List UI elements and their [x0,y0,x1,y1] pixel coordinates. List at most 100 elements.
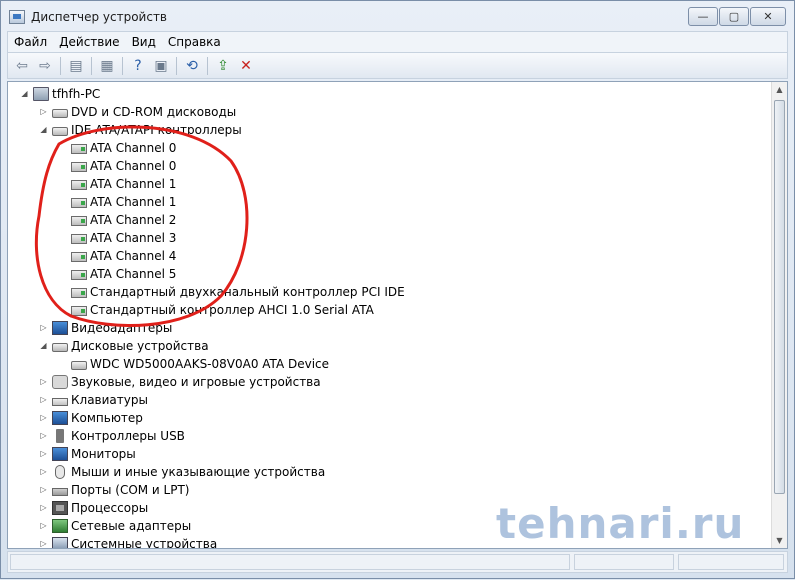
tree-item-label: ATA Channel 4 [90,249,177,263]
tree-item-label: IDE ATA/ATAPI контроллеры [71,123,242,137]
tree-item-ata-channel[interactable]: ATA Channel 0 [71,139,176,157]
expand-arrow-icon[interactable]: ▷ [39,431,48,441]
expand-arrow-icon[interactable]: ▷ [39,539,48,548]
tree-item-label: Процессоры [71,501,149,515]
tree-item-hard-disk[interactable]: WDC WD5000AAKS-08V0A0 ATA Device [71,355,329,373]
close-button[interactable]: ✕ [750,7,786,26]
menu-view[interactable]: Вид [126,35,162,49]
expand-arrow-icon[interactable]: ▷ [39,413,48,423]
processor-icon [52,501,68,515]
tree-item-label: Видеоадаптеры [71,321,173,335]
tree-item-ahci-controller[interactable]: Стандартный контроллер AHCI 1.0 Serial A… [71,301,374,319]
usb-icon [56,429,64,443]
mouse-icon [55,465,65,479]
tree-item-sound-devices[interactable]: ▷ Звуковые, видео и игровые устройства [39,373,321,391]
expand-arrow-icon[interactable]: ▷ [39,521,48,531]
show-hide-console-tree-icon[interactable]: ▤ [66,57,86,75]
tree-item-ata-channel[interactable]: ATA Channel 4 [71,247,176,265]
tree-item-system-devices[interactable]: ▷ Системные устройства [39,535,217,548]
uninstall-device-icon[interactable]: ✕ [236,57,256,75]
tree-item-label: Компьютер [71,411,143,425]
help-icon[interactable]: ? [128,57,148,75]
expand-arrow-icon[interactable]: ▷ [39,503,48,513]
tree-item-disk-drives[interactable]: ◢ Дисковые устройства [39,337,209,355]
tree-item-computer[interactable]: ▷ Компьютер [39,409,143,427]
tree-item-ata-channel[interactable]: ATA Channel 0 [71,157,176,175]
tree-item-ata-channel[interactable]: ATA Channel 5 [71,265,176,283]
window-title: Диспетчер устройств [31,10,168,24]
computer-icon [52,411,68,425]
toolbar-separator [60,56,61,75]
ide-channel-icon [71,252,87,262]
tree-item-label: Системные устройства [71,537,218,548]
maximize-button[interactable]: ▢ [719,7,749,26]
tree-item-label: ATA Channel 1 [90,195,177,209]
ide-channel-icon [71,162,87,172]
tree-item-processors[interactable]: ▷ Процессоры [39,499,148,517]
tree-item-ports[interactable]: ▷ Порты (COM и LPT) [39,481,189,499]
tree-item-ide-controllers[interactable]: ◢ IDE ATA/ATAPI контроллеры [39,121,242,139]
toolbar-separator [207,56,208,75]
toolbar-separator [122,56,123,75]
collapse-arrow-icon[interactable]: ◢ [20,89,29,99]
properties-icon[interactable]: ▦ [97,57,117,75]
toolbar: ⇦ ⇨ ▤ ▦ ? ▣ ⟲ ⇪ ✕ [7,53,788,79]
menu-action[interactable]: Действие [53,35,125,49]
tree-item-label: Дисковые устройства [71,339,209,353]
update-driver-icon[interactable]: ⇪ [213,57,233,75]
scroll-down-icon[interactable]: ▼ [772,533,787,548]
tree-item-pci-ide-controller[interactable]: Стандартный двухканальный контроллер PCI… [71,283,405,301]
ide-channel-icon [71,198,87,208]
expand-arrow-icon[interactable]: ▷ [39,449,48,459]
forward-arrow-icon[interactable]: ⇨ [35,57,55,75]
tree-item-label: Звуковые, видео и игровые устройства [71,375,321,389]
menu-file[interactable]: Файл [8,35,53,49]
tree-item-label: Стандартный контроллер AHCI 1.0 Serial A… [90,303,374,317]
tree-item-ata-channel[interactable]: ATA Channel 1 [71,193,176,211]
tree-item-ata-channel[interactable]: ATA Channel 1 [71,175,176,193]
scrollbar-thumb[interactable] [774,100,785,494]
vertical-scrollbar[interactable]: ▲ ▼ [771,82,787,548]
expand-arrow-icon[interactable]: ▷ [39,395,48,405]
status-cell [10,554,570,570]
expand-arrow-icon[interactable]: ▷ [39,485,48,495]
tree-item-label: Клавиатуры [71,393,148,407]
tree-item-ata-channel[interactable]: ATA Channel 2 [71,211,176,229]
collapse-arrow-icon[interactable]: ◢ [39,341,48,351]
tree-item-monitors[interactable]: ▷ Мониторы [39,445,136,463]
tree-item-label: Стандартный двухканальный контроллер PCI… [90,285,405,299]
tree-item-mice[interactable]: ▷ Мыши и иные указывающие устройства [39,463,325,481]
tree-item-label: Мыши и иные указывающие устройства [71,465,326,479]
system-device-icon [52,537,68,548]
status-cell [574,554,674,570]
expand-arrow-icon[interactable]: ▷ [39,323,48,333]
keyboard-icon [52,398,68,406]
port-icon [52,488,68,496]
tree-root[interactable]: ◢ tfhfh-PC [20,85,100,103]
device-tree: ◢ tfhfh-PC ▷ DVD и CD-ROM дисководы ◢ ID… [8,82,772,548]
tree-item-ata-channel[interactable]: ATA Channel 3 [71,229,176,247]
expand-arrow-icon[interactable]: ▷ [39,377,48,387]
scroll-up-icon[interactable]: ▲ [772,82,787,97]
tree-item-display-adapters[interactable]: ▷ Видеоадаптеры [39,319,172,337]
tree-item-label: ATA Channel 0 [90,141,177,155]
ide-channel-icon [71,288,87,298]
tree-item-dvd[interactable]: ▷ DVD и CD-ROM дисководы [39,103,236,121]
monitor-icon [52,447,68,461]
disk-drive-icon [52,343,68,352]
scan-hardware-icon[interactable]: ⟲ [182,57,202,75]
expand-arrow-icon[interactable]: ▷ [39,467,48,477]
ide-channel-icon [71,234,87,244]
tree-item-label: Порты (COM и LPT) [71,483,190,497]
minimize-button[interactable]: — [688,7,718,26]
collapse-arrow-icon[interactable]: ◢ [39,125,48,135]
back-arrow-icon[interactable]: ⇦ [12,57,32,75]
view-icon[interactable]: ▣ [151,57,171,75]
tree-item-usb-controllers[interactable]: ▷ Контроллеры USB [39,427,185,445]
menu-help[interactable]: Справка [162,35,227,49]
expand-arrow-icon[interactable]: ▷ [39,107,48,117]
tree-item-network-adapters[interactable]: ▷ Сетевые адаптеры [39,517,191,535]
tree-item-keyboards[interactable]: ▷ Клавиатуры [39,391,148,409]
title-bar[interactable]: Диспетчер устройств — ▢ ✕ [1,1,794,31]
status-cell [678,554,784,570]
